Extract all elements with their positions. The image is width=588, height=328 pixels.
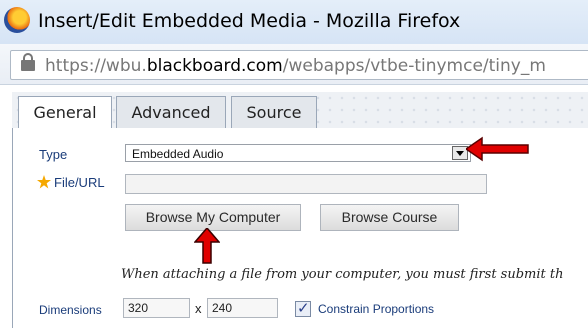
tab-advanced[interactable]: Advanced	[116, 96, 226, 128]
url-text: https://wbu.blackboard.com/webapps/vtbe-…	[45, 56, 546, 76]
required-star-icon	[37, 175, 51, 189]
url-path: /webapps/vtbe-tinymce/tiny_m	[282, 56, 546, 76]
window-title: Insert/Edit Embedded Media - Mozilla Fir…	[38, 10, 461, 32]
constrain-proportions-label: Constrain Proportions	[318, 302, 435, 316]
firefox-icon	[4, 7, 30, 33]
constrain-proportions-checkbox[interactable]	[295, 299, 311, 317]
browse-my-computer-button[interactable]: Browse My Computer	[125, 204, 301, 231]
browse-course-button[interactable]: Browse Course	[320, 204, 459, 231]
tab-general[interactable]: General	[18, 96, 112, 129]
dimension-separator: x	[195, 301, 202, 316]
window-title-bar: Insert/Edit Embedded Media - Mozilla Fir…	[0, 0, 588, 44]
file-url-label: File/URL	[54, 175, 105, 190]
lock-icon	[21, 53, 35, 71]
tab-source[interactable]: Source	[231, 96, 317, 128]
annotation-arrow-icon	[194, 228, 220, 264]
type-select-value: Embedded Audio	[132, 147, 224, 161]
annotation-arrow-icon	[466, 136, 529, 162]
file-url-input[interactable]	[125, 174, 487, 194]
dimensions-label: Dimensions	[39, 303, 102, 317]
tab-strip: General Advanced Source	[12, 92, 588, 129]
type-label: Type	[39, 147, 68, 162]
height-input[interactable]: 240	[207, 298, 278, 318]
address-bar: https://wbu.blackboard.com/webapps/vtbe-…	[0, 44, 588, 85]
url-prefix: https://wbu.	[45, 56, 147, 76]
type-select[interactable]: Embedded Audio	[125, 144, 471, 162]
width-input[interactable]: 320	[123, 298, 190, 318]
url-field[interactable]: https://wbu.blackboard.com/webapps/vtbe-…	[10, 50, 588, 80]
attachment-note: When attaching a file from your computer…	[121, 267, 564, 282]
url-domain: blackboard.com	[146, 56, 283, 76]
